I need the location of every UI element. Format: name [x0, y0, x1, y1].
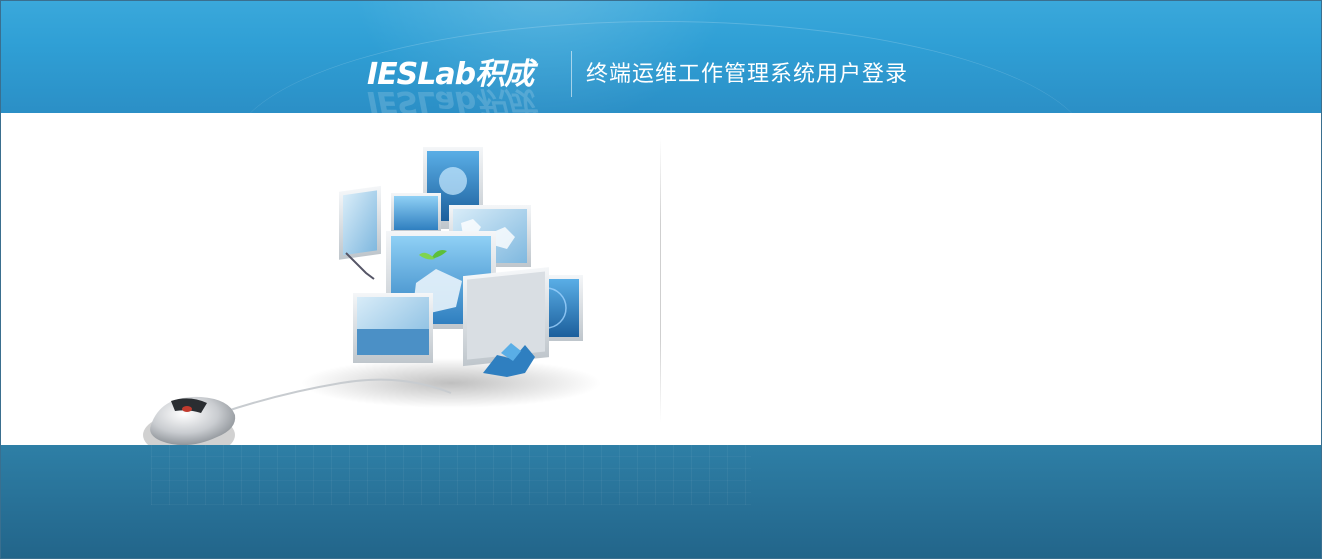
- footer-band: [1, 445, 1321, 558]
- panel-divider: [660, 138, 661, 423]
- page-title: 终端运维工作管理系统用户登录: [586, 62, 909, 87]
- header-divider: [571, 51, 572, 97]
- header-banner: IESLab积成 IESLab积成 终端运维工作管理系统用户登录: [1, 1, 1321, 113]
- footer-grid-pattern: [151, 445, 751, 505]
- login-form-area: [681, 133, 1301, 428]
- monitors-illustration-icon: [143, 147, 601, 457]
- login-page: IESLab积成 IESLab积成 终端运维工作管理系统用户登录: [0, 0, 1322, 559]
- content-panel: [1, 113, 1321, 457]
- company-logo: IESLab积成: [367, 57, 534, 92]
